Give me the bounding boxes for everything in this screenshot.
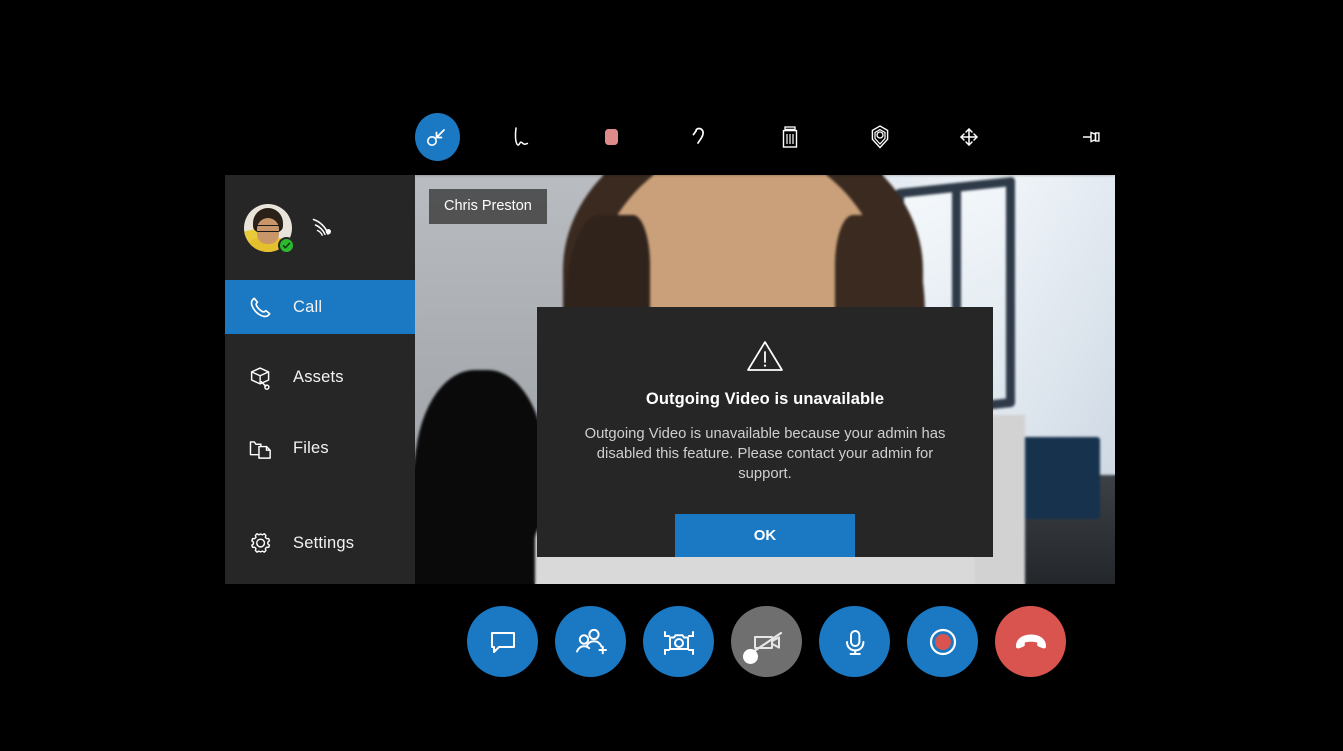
toolbar-gap xyxy=(723,137,768,138)
warning-triangle-icon xyxy=(746,339,784,373)
add-person-icon xyxy=(573,625,609,659)
add-people-button[interactable] xyxy=(555,606,626,677)
chat-button[interactable] xyxy=(467,606,538,677)
toolbar-gap xyxy=(902,137,947,138)
sidebar-nav: Call Assets xyxy=(225,280,415,570)
toolbar-gap xyxy=(633,137,678,138)
ink-tool-button[interactable] xyxy=(499,113,544,161)
microphone-icon xyxy=(839,625,871,659)
nav-spacer xyxy=(225,475,415,516)
undo-arrow-icon xyxy=(686,122,716,152)
trash-icon xyxy=(776,123,804,151)
chat-bubble-icon xyxy=(486,625,520,659)
gear-icon xyxy=(245,528,275,558)
nav-spacer xyxy=(225,404,415,421)
color-swatch-icon xyxy=(596,122,626,152)
mic-button[interactable] xyxy=(819,606,890,677)
hangup-phone-icon xyxy=(1011,625,1051,659)
participant-name-chip: Chris Preston xyxy=(429,189,547,224)
sidebar-item-assets[interactable]: Assets xyxy=(225,350,415,404)
toolbar-gap xyxy=(460,137,499,138)
pushpin-icon xyxy=(1078,122,1108,152)
cursor-select-icon xyxy=(424,124,450,150)
toolbar-gap xyxy=(813,137,858,138)
pin-tool-button[interactable] xyxy=(1070,113,1115,161)
sidebar-item-label: Call xyxy=(293,298,322,317)
color-swatch-button[interactable] xyxy=(589,113,634,161)
avatar[interactable] xyxy=(244,204,292,252)
status-badge xyxy=(278,237,295,254)
ok-button[interactable]: OK xyxy=(675,514,855,557)
capture-button[interactable] xyxy=(643,606,714,677)
sidebar-item-call[interactable]: Call xyxy=(225,280,415,334)
sidebar: Call Assets xyxy=(225,175,415,584)
sidebar-item-label: Assets xyxy=(293,368,344,387)
ink-pen-icon xyxy=(506,122,536,152)
phone-icon xyxy=(245,292,275,322)
move-tool-button[interactable] xyxy=(947,113,992,161)
box-3d-icon xyxy=(245,362,275,392)
sidebar-item-settings[interactable]: Settings xyxy=(225,516,415,570)
video-status-dot xyxy=(743,649,758,664)
toolbar-gap xyxy=(992,137,1031,138)
select-tool-button[interactable] xyxy=(415,113,460,161)
wifi-signal-icon xyxy=(310,216,336,240)
dialog-title: Outgoing Video is unavailable xyxy=(646,390,884,409)
hangup-button[interactable] xyxy=(995,606,1066,677)
move-arrows-icon xyxy=(955,123,983,151)
call-controls-bar xyxy=(467,604,1067,679)
nav-spacer xyxy=(225,334,415,350)
camera-icon xyxy=(661,625,697,659)
annotation-toolbar xyxy=(415,104,1115,170)
toolbar-gap xyxy=(544,137,589,138)
delete-tool-button[interactable] xyxy=(768,113,813,161)
sidebar-item-label: Settings xyxy=(293,534,354,553)
toolbar-gap xyxy=(1031,137,1070,138)
record-icon xyxy=(925,624,961,660)
place-tool-button[interactable] xyxy=(857,113,902,161)
profile-row xyxy=(225,175,415,280)
place-marker-icon xyxy=(865,122,895,152)
undo-tool-button[interactable] xyxy=(678,113,723,161)
record-button[interactable] xyxy=(907,606,978,677)
files-icon xyxy=(245,433,275,463)
video-button[interactable] xyxy=(731,606,802,677)
dialog-outgoing-video-unavailable: Outgoing Video is unavailable Outgoing V… xyxy=(537,307,993,557)
app-root: Call Assets xyxy=(0,0,1343,751)
sidebar-item-files[interactable]: Files xyxy=(225,421,415,475)
dialog-message: Outgoing Video is unavailable because yo… xyxy=(570,424,960,484)
sidebar-item-label: Files xyxy=(293,439,329,458)
